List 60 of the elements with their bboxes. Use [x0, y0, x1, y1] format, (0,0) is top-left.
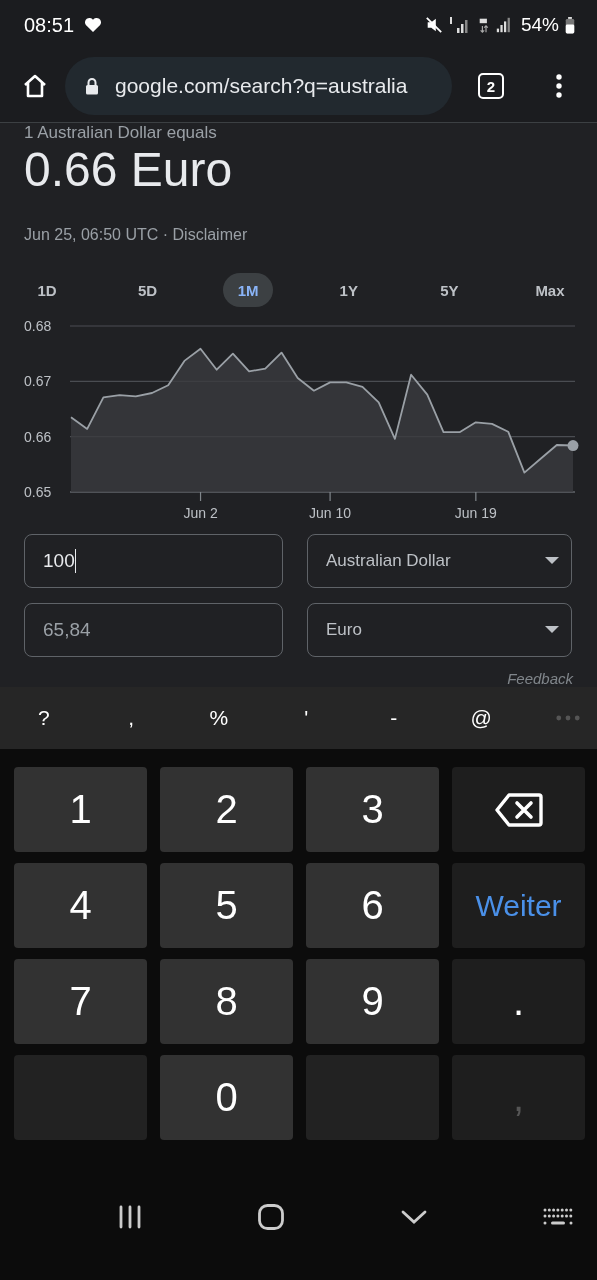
timestamp-text: Jun 25, 06:50 UTC · [24, 226, 169, 243]
chevron-down-icon[interactable] [400, 1210, 427, 1224]
symbol-key[interactable]: @ [437, 706, 525, 730]
y-tick-label: 0.67 [24, 373, 52, 390]
keyboard-key[interactable]: 4 [14, 863, 147, 948]
currency-dropdown[interactable]: Euro [307, 603, 572, 657]
recent-apps-icon[interactable] [118, 1205, 142, 1229]
keyboard-key[interactable]: 6 [306, 863, 439, 948]
keyboard-key[interactable]: 8 [160, 959, 293, 1044]
menu-icon[interactable] [556, 74, 562, 98]
feedback-link[interactable]: Feedback [507, 670, 573, 687]
symbol-key[interactable]: , [87, 706, 175, 730]
symbol-key[interactable]: ' [262, 706, 350, 730]
symbol-key[interactable]: % [175, 706, 263, 730]
heart-icon [84, 17, 103, 33]
amount-field[interactable]: 100 [24, 534, 283, 588]
x-tick-label: Jun 2 [183, 505, 218, 521]
caret-icon [545, 557, 559, 565]
address-bar[interactable]: google.com/search?q=australia [65, 57, 452, 115]
keyboard-key[interactable]: 3 [306, 767, 439, 852]
x-tick-label: Jun 10 [309, 505, 352, 521]
range-tab[interactable]: 1D [22, 273, 72, 307]
keyboard-key[interactable]: 2 [160, 767, 293, 852]
next-key[interactable]: Weiter [452, 863, 585, 948]
range-tab[interactable]: 5Y [424, 273, 475, 307]
lock-icon [85, 77, 99, 95]
range-tab[interactable]: 5D [122, 273, 173, 307]
keyboard-key[interactable]: 1 [14, 767, 147, 852]
battery-icon [565, 16, 575, 34]
keyboard-icon[interactable] [543, 1208, 573, 1226]
tab-count[interactable]: 2 [478, 73, 504, 99]
keyboard-key[interactable]: 7 [14, 959, 147, 1044]
y-tick-label: 0.68 [24, 318, 52, 334]
symbol-key[interactable]: - [350, 706, 438, 730]
backspace-key[interactable] [452, 767, 585, 852]
result-text: 0.66 Euro [24, 146, 234, 194]
range-tab[interactable]: 1Y [323, 273, 374, 307]
battery-percent: 54% [520, 14, 559, 36]
y-tick-label: 0.66 [24, 428, 52, 445]
mute-icon [424, 16, 443, 34]
clock-time: 08:51 [24, 13, 75, 37]
keyboard-key[interactable]: . [452, 959, 585, 1044]
keyboard-key[interactable]: 0 [160, 1055, 293, 1140]
caret-icon [545, 626, 559, 634]
caption-text: 1 Australian Dollar equals [24, 123, 218, 143]
chart-point [567, 440, 579, 451]
symbol-key[interactable]: ? [0, 706, 88, 730]
range-tab[interactable]: Max [524, 273, 575, 307]
url-text: google.com/search?q=australia [115, 74, 408, 98]
home-icon[interactable] [258, 1204, 285, 1230]
backspace-icon [494, 792, 543, 827]
keyboard-key[interactable]: 5 [160, 863, 293, 948]
y-tick-label: 0.65 [24, 484, 52, 500]
converted-field[interactable]: 65,84 [24, 603, 283, 657]
signal-icon [448, 15, 471, 35]
disclaimer-link[interactable]: Disclaimer [172, 226, 248, 243]
range-tab[interactable]: 1M [223, 273, 274, 307]
x-tick-label: Jun 19 [454, 505, 497, 521]
keyboard-key[interactable]: 9 [306, 959, 439, 1044]
currency-dropdown[interactable]: Australian Dollar [307, 534, 572, 588]
